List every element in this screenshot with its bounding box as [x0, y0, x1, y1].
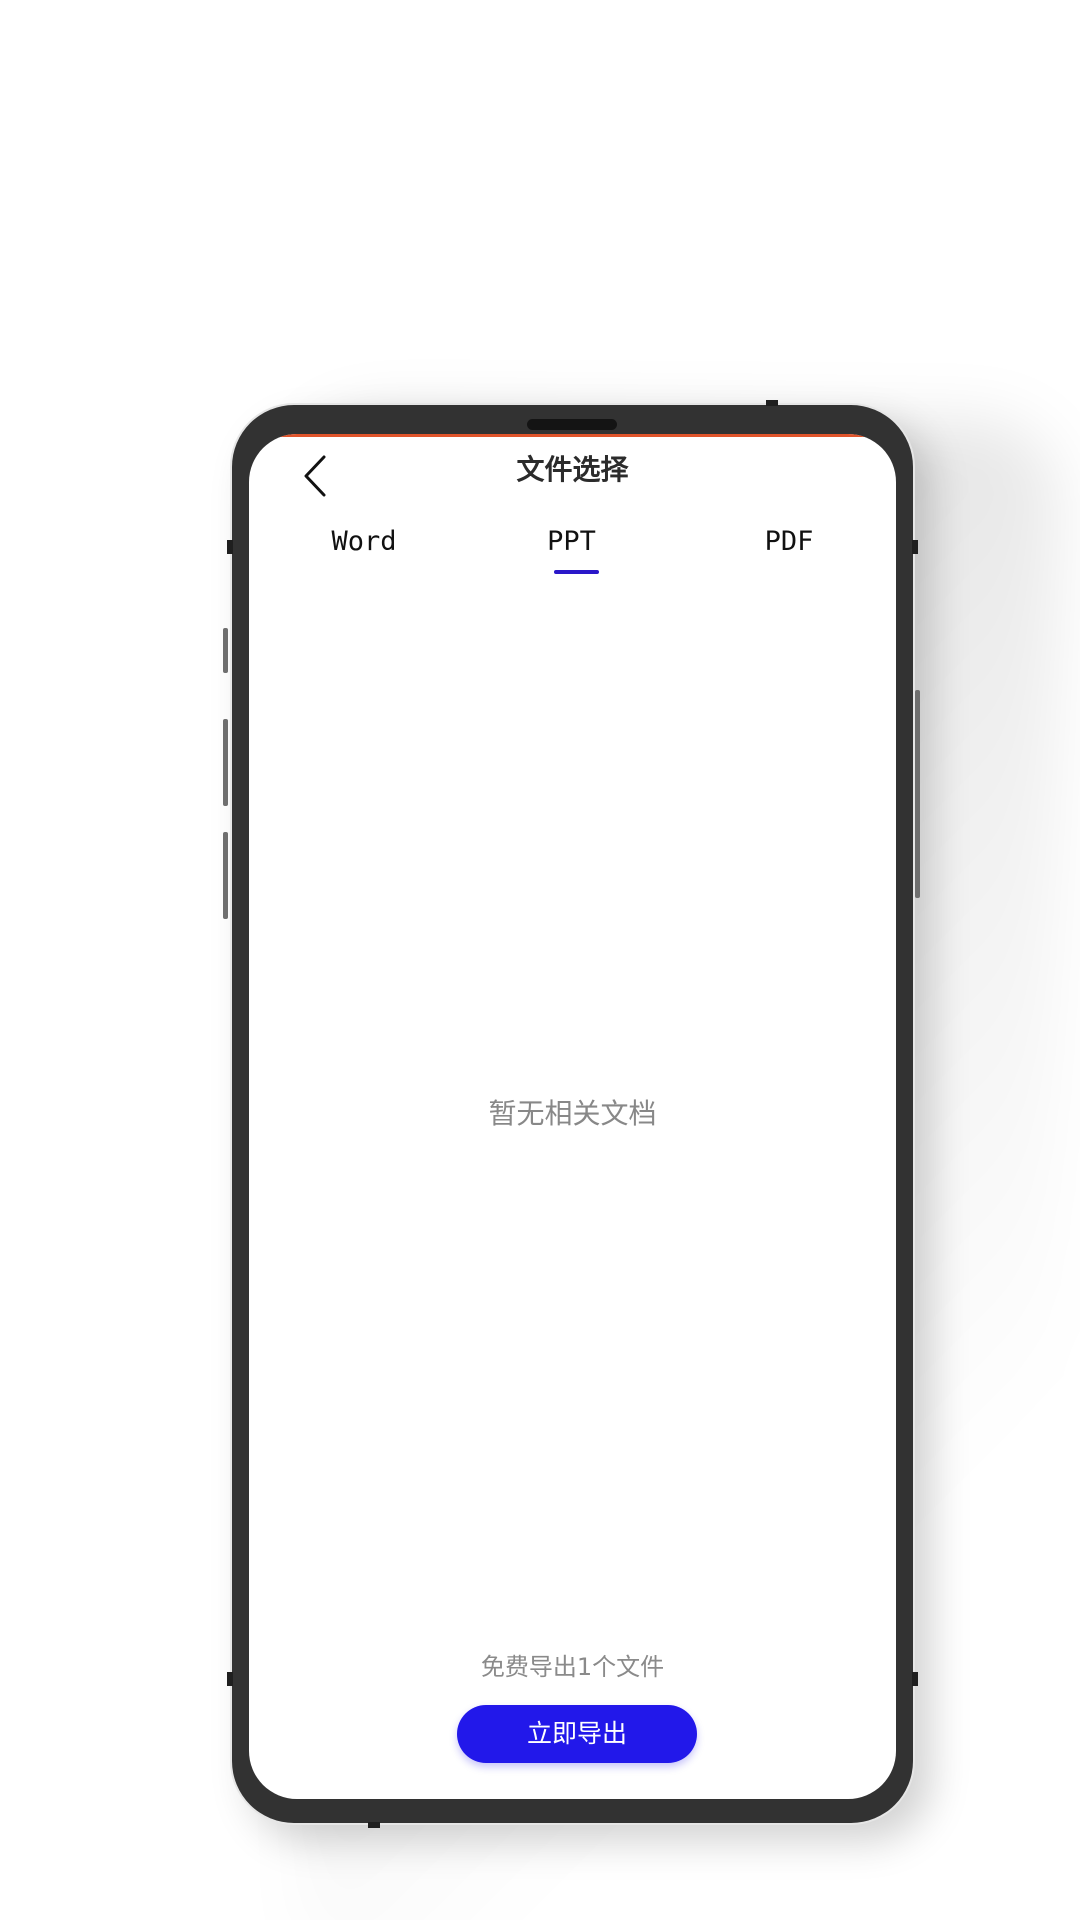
stage: 文件选择 Word PPT PDF 暂无相关文档 免费导出1个文件 立即导出 [0, 0, 1080, 1920]
tab-pdf[interactable]: PDF [739, 522, 839, 572]
free-export-note: 免费导出1个文件 [480, 1653, 665, 1681]
frame-nub [227, 540, 233, 554]
power-button [915, 690, 920, 898]
volume-down-button [223, 719, 228, 806]
frame-nub [368, 1822, 380, 1828]
mute-switch [223, 832, 228, 919]
frame-nub [912, 1672, 918, 1686]
status-bar-accent [249, 434, 896, 437]
page-title: 文件选择 [516, 453, 629, 486]
tab-ppt[interactable]: PPT [519, 522, 624, 572]
frame-nub [227, 1672, 233, 1686]
tab-word[interactable]: Word [314, 522, 414, 572]
app-screen: 文件选择 Word PPT PDF 暂无相关文档 免费导出1个文件 立即导出 [249, 434, 896, 1799]
volume-up-button [223, 628, 228, 673]
export-now-button[interactable]: 立即导出 [457, 1705, 697, 1763]
empty-state-message: 暂无相关文档 [488, 1097, 657, 1130]
tab-selected-indicator [554, 570, 599, 574]
frame-nub [912, 540, 918, 554]
earpiece-speaker [527, 419, 617, 430]
frame-nub [766, 400, 778, 406]
